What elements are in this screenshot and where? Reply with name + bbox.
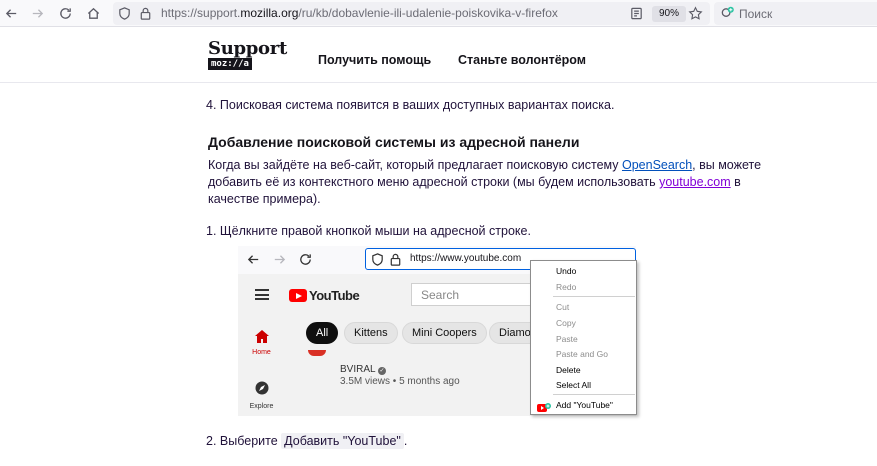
menu-copy[interactable]: Copy xyxy=(556,318,576,328)
step-2-text: 2. Выберите Добавить "YouTube". xyxy=(206,433,408,449)
reload-icon[interactable] xyxy=(56,4,75,23)
zoom-level-badge[interactable]: 90% xyxy=(652,6,686,22)
menu-cut[interactable]: Cut xyxy=(556,302,569,312)
menu-select-all[interactable]: Select All xyxy=(556,380,591,390)
nav-volunteer[interactable]: Станьте волонтёром xyxy=(458,53,586,67)
menu-delete[interactable]: Delete xyxy=(556,365,581,375)
forward-icon[interactable] xyxy=(28,4,47,23)
menu-undo[interactable]: Undo xyxy=(556,266,576,276)
menu-paste-and-go[interactable]: Paste and Go xyxy=(556,349,608,359)
menu-paste[interactable]: Paste xyxy=(556,334,578,344)
url-text[interactable]: https://support.mozilla.org/ru/kb/dobavl… xyxy=(161,6,558,20)
screenshot-back-icon xyxy=(244,250,263,269)
home-nav-icon xyxy=(255,330,269,348)
support-logo[interactable]: Support xyxy=(208,38,287,59)
youtube-search-input: Search xyxy=(411,283,541,306)
screenshot-url-text: https://www.youtube.com xyxy=(410,253,522,264)
menu-separator xyxy=(553,394,635,395)
section-heading: Добавление поисковой системы из адресной… xyxy=(208,134,580,150)
bookmark-star-icon[interactable] xyxy=(686,4,705,23)
youtube-play-icon xyxy=(289,289,307,302)
menu-add-youtube[interactable]: Add "YouTube" xyxy=(556,400,613,410)
context-menu: Undo Redo Cut Copy Paste Paste and Go De… xyxy=(530,260,637,415)
step-4-text: 4. Поисковая система появится в ваших до… xyxy=(206,98,615,112)
mozilla-logo[interactable]: moz://a xyxy=(208,58,252,70)
menu-redo[interactable]: Redo xyxy=(556,282,576,292)
home-icon[interactable] xyxy=(84,4,103,23)
lock-icon[interactable] xyxy=(136,4,155,23)
search-engine-add-icon[interactable] xyxy=(718,4,737,23)
chip-kittens: Kittens xyxy=(344,322,398,344)
step-1-text: 1. Щёлкните правой кнопкой мыши на адрес… xyxy=(206,224,531,238)
hamburger-menu-icon xyxy=(255,289,269,300)
chip-mini-coopers: Mini Coopers xyxy=(402,322,487,344)
paragraph-line-3: качестве примера). xyxy=(208,192,321,206)
home-nav-label: Home xyxy=(252,349,271,356)
verified-check-icon: ✓ xyxy=(377,367,386,375)
youtube-search-add-icon xyxy=(537,400,551,412)
screenshot-reload-icon xyxy=(296,250,315,269)
reader-view-icon[interactable] xyxy=(627,4,646,23)
screenshot-lock-icon xyxy=(386,250,405,269)
add-youtube-ui-label: Добавить "YouTube" xyxy=(281,433,404,449)
search-placeholder: Поиск xyxy=(739,7,773,21)
youtube-logo: YouTube xyxy=(289,288,360,303)
paragraph-line-2: добавить её из контекстного меню адресно… xyxy=(208,175,741,189)
video-meta: 3.5M views • 5 months ago xyxy=(340,376,460,387)
browser-toolbar: https://support.mozilla.org/ru/kb/dobavl… xyxy=(0,0,877,27)
explore-nav-icon xyxy=(255,381,269,400)
channel-avatar xyxy=(308,350,326,356)
video-channel: BVIRAL ✓ xyxy=(340,364,386,375)
explore-nav-label: Explore xyxy=(249,403,274,410)
search-bar[interactable]: Поиск xyxy=(714,2,877,25)
url-bar[interactable]: https://support.mozilla.org/ru/kb/dobavl… xyxy=(113,2,710,25)
menu-separator xyxy=(553,296,635,297)
back-icon[interactable] xyxy=(2,4,21,23)
screenshot-shield-icon xyxy=(368,250,387,269)
site-header: Support moz://a Получить помощь Станьте … xyxy=(0,28,877,83)
youtube-link[interactable]: youtube.com xyxy=(659,175,731,189)
paragraph-line-1: Когда вы зайдёте на веб-сайт, который пр… xyxy=(208,158,762,172)
chip-all: All xyxy=(306,322,339,344)
shield-icon[interactable] xyxy=(115,4,134,23)
nav-get-help[interactable]: Получить помощь xyxy=(318,53,431,67)
opensearch-link[interactable]: OpenSearch xyxy=(622,158,692,172)
screenshot-forward-icon xyxy=(270,250,289,269)
